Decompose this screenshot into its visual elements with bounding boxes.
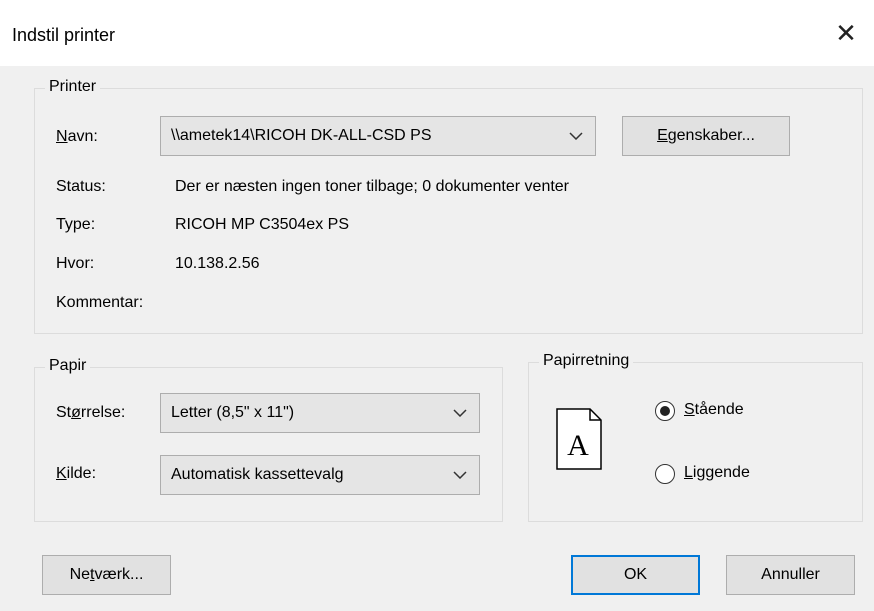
paper-source-label-rest: ilde: — [66, 465, 97, 482]
landscape-accesskey: L — [684, 464, 693, 481]
orientation-group-label: Papirretning — [539, 352, 634, 370]
print-setup-dialog: Indstil printer ✕ Printer Navn: \\ametek… — [0, 0, 874, 611]
paper-source-accesskey: K — [56, 465, 67, 482]
paper-source-value: Automatisk kassettevalg — [171, 466, 344, 483]
type-value: RICOH MP C3504ex PS — [175, 216, 349, 233]
chevron-down-icon — [453, 471, 467, 479]
comment-label: Kommentar: — [56, 294, 144, 311]
landscape-label[interactable]: Liggende — [684, 464, 750, 482]
paper-size-label: Størrelse: — [56, 404, 125, 422]
paper-size-select[interactable]: Letter (8,5" x 11") — [160, 393, 480, 433]
paper-size-label-pre: St — [56, 404, 72, 421]
portrait-label[interactable]: Stående — [684, 401, 744, 419]
printer-name-accesskey: N — [56, 128, 68, 145]
paper-size-value: Letter (8,5" x 11") — [171, 404, 295, 421]
where-label: Hvor: — [56, 255, 95, 272]
landscape-label-rest: iggende — [692, 464, 750, 481]
paper-group-label: Papir — [45, 357, 91, 375]
type-label: Type: — [56, 216, 96, 233]
paper-size-label-rest: rrelse: — [80, 404, 126, 421]
landscape-radio[interactable] — [655, 464, 675, 484]
portrait-accesskey: S — [684, 401, 695, 418]
properties-accesskey: E — [657, 127, 668, 144]
properties-label: genskaber... — [667, 127, 755, 144]
properties-button[interactable]: Egenskaber... — [622, 116, 790, 156]
paper-size-accesskey: ø — [71, 404, 81, 421]
cancel-label: Annuller — [761, 566, 820, 583]
portrait-radio[interactable] — [655, 401, 675, 421]
cancel-button[interactable]: Annuller — [726, 555, 855, 595]
network-label-pre: Ne — [69, 566, 91, 583]
network-label-rest: værk... — [94, 566, 144, 583]
close-icon: ✕ — [835, 19, 857, 49]
chevron-down-icon — [569, 132, 583, 140]
printer-group-label: Printer — [45, 78, 101, 96]
paper-group: Papir — [34, 357, 503, 522]
paper-source-select[interactable]: Automatisk kassettevalg — [160, 455, 480, 495]
printer-name-label-text: avn: — [67, 128, 98, 145]
paper-source-label: Kilde: — [56, 465, 96, 483]
network-button[interactable]: Ne t værk... — [42, 555, 171, 595]
printer-name-value: \\ametek14\RICOH DK-ALL-CSD PS — [171, 127, 432, 144]
chevron-down-icon — [453, 409, 467, 417]
title-bar: Indstil printer ✕ — [0, 0, 874, 66]
portrait-label-rest: tående — [694, 401, 744, 418]
close-button[interactable]: ✕ — [826, 14, 866, 54]
portrait-page-icon: A — [556, 408, 602, 470]
page-icon-letter: A — [567, 429, 589, 462]
status-label: Status: — [56, 178, 106, 195]
status-value: Der er næsten ingen toner tilbage; 0 dok… — [175, 178, 570, 195]
printer-name-select[interactable]: \\ametek14\RICOH DK-ALL-CSD PS — [160, 116, 596, 156]
where-value: 10.138.2.56 — [175, 255, 260, 272]
ok-button[interactable]: OK — [571, 555, 700, 595]
printer-name-label: Navn: — [56, 128, 98, 146]
ok-label: OK — [623, 566, 648, 583]
radio-selected-dot — [660, 406, 670, 416]
dialog-title: Indstil printer — [12, 25, 116, 45]
